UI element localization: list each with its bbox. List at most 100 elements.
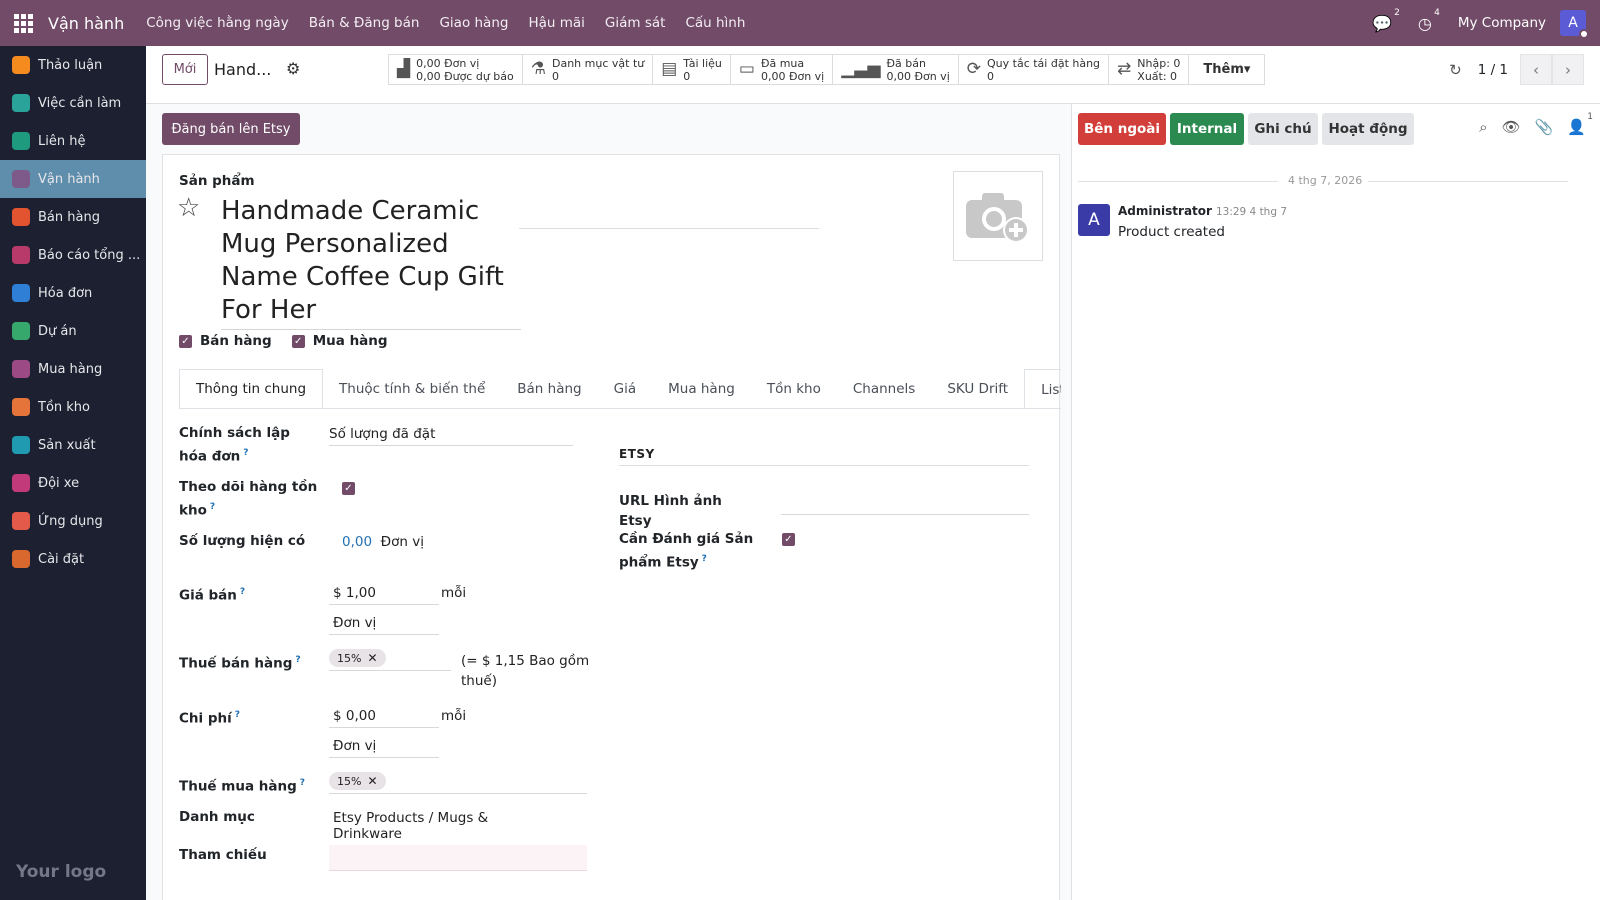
help-icon[interactable]: ? bbox=[300, 778, 305, 788]
message-avatar[interactable]: A bbox=[1078, 204, 1110, 236]
chatter-panel: Bên ngoài Internal Ghi chú Hoạt động ⌕ 👁… bbox=[1071, 104, 1600, 900]
smart-button[interactable]: ⚗ Danh mục vật tư 0 bbox=[523, 55, 654, 84]
tab-sku-drift[interactable]: SKU Drift bbox=[931, 369, 1024, 408]
smart-button[interactable]: ▁▃▅ Đã bán 0,00 Đơn vị bbox=[833, 55, 959, 84]
invoice-policy-select[interactable]: Số lượng đã đặt bbox=[329, 426, 573, 446]
product-name-input[interactable]: Handmade Ceramic Mug Personalized Name C… bbox=[221, 195, 521, 330]
product-image-upload[interactable] bbox=[953, 171, 1043, 261]
sidebar-item[interactable]: Liên hệ bbox=[0, 122, 146, 160]
smart-button[interactable]: ▟ 0,00 Đơn vị 0,00 Được dự báo bbox=[389, 55, 523, 84]
tab-sales[interactable]: Bán hàng bbox=[501, 369, 597, 408]
sidebar-item[interactable]: Việc cần làm bbox=[0, 84, 146, 122]
sidebar-item[interactable]: Sản xuất bbox=[0, 426, 146, 464]
sale-price-input[interactable]: $ 1,00 bbox=[329, 585, 439, 605]
product-label: Sản phẩm bbox=[179, 173, 255, 189]
new-record-button[interactable]: Mới bbox=[162, 54, 208, 85]
smart-button[interactable]: ▤ Tài liệu 0 bbox=[653, 55, 731, 84]
smart-button[interactable]: ⟳ Quy tắc tái đặt hàng 0 bbox=[959, 55, 1110, 84]
reference-input[interactable] bbox=[329, 845, 587, 871]
cost-input[interactable]: $ 0,00 bbox=[329, 708, 439, 728]
user-avatar[interactable]: A bbox=[1560, 10, 1589, 39]
smart-button[interactable]: ▭ Đã mua 0,00 Đơn vị bbox=[731, 55, 834, 84]
sidebar-item[interactable]: Đội xe bbox=[0, 464, 146, 502]
tab-purchase[interactable]: Mua hàng bbox=[652, 369, 751, 408]
sales-tax-field[interactable]: 15% ✕ bbox=[329, 649, 451, 671]
qty-on-hand-value[interactable]: 0,00 Đơn vị bbox=[342, 534, 424, 550]
followers-icon[interactable]: 👤 1 bbox=[1567, 112, 1593, 136]
help-icon[interactable]: ? bbox=[243, 448, 248, 458]
sidebar-item[interactable]: Cài đặt bbox=[0, 540, 146, 578]
refresh-icon[interactable]: ↻ bbox=[1449, 61, 1462, 79]
sidebar-item[interactable]: Báo cáo tổng ... bbox=[0, 236, 146, 274]
tab-inventory[interactable]: Tồn kho bbox=[751, 369, 837, 408]
tab-listing[interactable]: Listing T bbox=[1024, 369, 1061, 408]
etsy-review-checkbox[interactable]: ✓ bbox=[782, 533, 795, 546]
sidebar-item[interactable]: Tồn kho bbox=[0, 388, 146, 426]
menu-delivery[interactable]: Giao hàng bbox=[439, 15, 508, 31]
tax-included-note: (= $ 1,15 Bao gồm thuế) bbox=[461, 653, 590, 689]
sidebar-item[interactable]: Ứng dụng bbox=[0, 502, 146, 540]
internal-button[interactable]: Internal bbox=[1170, 113, 1244, 145]
sidebar-item[interactable]: Dự án bbox=[0, 312, 146, 350]
help-icon[interactable]: ? bbox=[295, 655, 300, 665]
app-brand[interactable]: Vận hành bbox=[48, 14, 124, 33]
activities-button[interactable]: Hoạt động bbox=[1322, 113, 1414, 145]
app-sidebar: Thảo luận Việc cần làm Liên hệ Vận hành Bán … bbox=[0, 46, 146, 900]
pager-count[interactable]: 1 / 1 bbox=[1478, 62, 1508, 78]
help-icon[interactable]: ? bbox=[210, 502, 215, 512]
purchase-tax-field[interactable]: 15% ✕ bbox=[329, 772, 587, 794]
pager-prev-button[interactable]: ‹ bbox=[1520, 54, 1552, 85]
company-switcher[interactable]: My Company bbox=[1458, 15, 1546, 31]
menu-configuration[interactable]: Cấu hình bbox=[685, 15, 745, 31]
tab-channels[interactable]: Channels bbox=[837, 369, 931, 408]
menu-monitoring[interactable]: Giám sát bbox=[605, 15, 666, 31]
remove-tag-icon[interactable]: ✕ bbox=[367, 774, 377, 788]
sidebar-item[interactable]: Vận hành bbox=[0, 160, 146, 198]
sale-uom-select[interactable]: Đơn vị bbox=[329, 615, 439, 635]
tab-price[interactable]: Giá bbox=[598, 369, 653, 408]
can-be-sold-checkbox[interactable]: ✓ bbox=[179, 334, 192, 348]
sidebar-item[interactable]: Thảo luận bbox=[0, 46, 146, 84]
remove-tag-icon[interactable]: ✕ bbox=[367, 651, 377, 665]
smart-button-text: Tài liệu 0 bbox=[683, 57, 722, 83]
publish-to-etsy-button[interactable]: Đăng bán lên Etsy bbox=[162, 113, 300, 145]
can-be-purchased-checkbox[interactable]: ✓ bbox=[291, 334, 305, 348]
tab-general-info[interactable]: Thông tin chung bbox=[179, 369, 324, 408]
favorite-star-icon[interactable]: ☆ bbox=[177, 193, 200, 223]
category-select[interactable]: Etsy Products / Mugs & Drinkware bbox=[329, 810, 563, 846]
menu-after-sales[interactable]: Hậu mãi bbox=[528, 15, 584, 31]
activity-clock-icon[interactable]: ◷ 4 bbox=[1418, 8, 1440, 33]
purchase-tax-tag[interactable]: 15% ✕ bbox=[329, 772, 386, 790]
cost-uom-select[interactable]: Đơn vị bbox=[329, 738, 439, 758]
help-icon[interactable]: ? bbox=[240, 587, 245, 597]
pager-next-button[interactable]: › bbox=[1552, 54, 1584, 85]
chat-count-badge: 2 bbox=[1394, 7, 1400, 18]
track-inventory-checkbox[interactable]: ✓ bbox=[342, 482, 355, 495]
app-icon bbox=[12, 208, 30, 226]
control-panel: Mới Hand... ⚙ ▟ 0,00 Đơn vị 0,00 Được dự b… bbox=[146, 46, 1600, 104]
search-icon[interactable]: ⌕ bbox=[1479, 118, 1487, 136]
sidebar-item[interactable]: Mua hàng bbox=[0, 350, 146, 388]
log-note-button[interactable]: Ghi chú bbox=[1248, 113, 1318, 145]
etsy-image-url-input[interactable] bbox=[781, 493, 1029, 515]
sidebar-item[interactable]: Hóa đơn bbox=[0, 274, 146, 312]
eye-icon[interactable]: 👁 bbox=[1502, 118, 1521, 136]
form-view: Đăng bán lên Etsy Sản phẩm ☆ Handmade Ce… bbox=[146, 104, 1071, 900]
menu-daily-tasks[interactable]: Công việc hằng ngày bbox=[146, 15, 289, 31]
paperclip-icon[interactable]: 📎 bbox=[1535, 118, 1554, 136]
breadcrumb[interactable]: Hand... bbox=[214, 60, 271, 79]
smart-button[interactable]: ⇄ Nhập: 0 Xuất: 0 bbox=[1109, 55, 1190, 84]
tab-attributes-variants[interactable]: Thuộc tính & biến thể bbox=[323, 369, 501, 408]
menu-sales-listing[interactable]: Bán & Đăng bán bbox=[309, 15, 420, 31]
send-message-button[interactable]: Bên ngoài bbox=[1078, 113, 1166, 145]
gear-icon[interactable]: ⚙ bbox=[286, 59, 300, 78]
help-icon[interactable]: ? bbox=[702, 554, 707, 564]
app-grid-icon[interactable] bbox=[0, 0, 46, 46]
activity-count-badge: 4 bbox=[1434, 7, 1440, 18]
sale-price-label: Giá bán? bbox=[179, 587, 246, 604]
sales-tax-tag[interactable]: 15% ✕ bbox=[329, 649, 386, 667]
chat-bubbles-icon[interactable]: 💬 2 bbox=[1372, 8, 1400, 33]
help-icon[interactable]: ? bbox=[235, 710, 240, 720]
more-button[interactable]: Thêm ▾ bbox=[1189, 55, 1264, 84]
sidebar-item[interactable]: Bán hàng bbox=[0, 198, 146, 236]
